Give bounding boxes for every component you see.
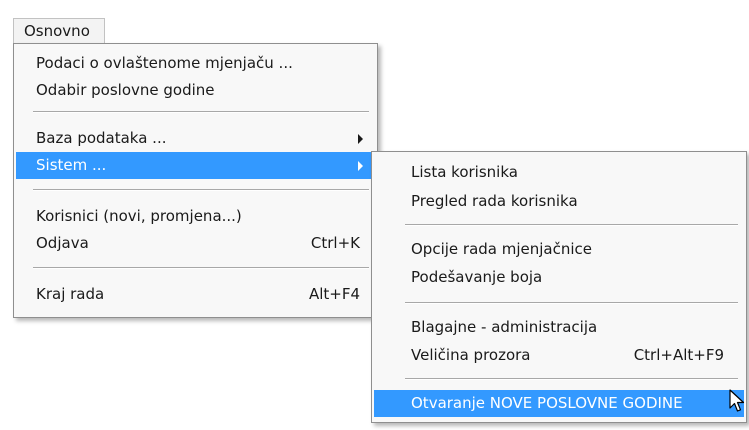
menu-item-label: Otvaranje NOVE POSLOVNE GODINE — [411, 394, 683, 412]
menu-item-podaci-mjenjac[interactable]: Podaci o ovlaštenome mjenjaču ... — [16, 50, 375, 77]
menu-item-label: Podaci o ovlaštenome mjenjaču ... — [36, 54, 293, 72]
submenu-item-blagajne[interactable]: Blagajne - administracija — [374, 314, 744, 341]
submenu-arrow-icon — [358, 161, 363, 171]
menu-item-odabir-godine[interactable]: Odabir poslovne godine — [16, 77, 375, 104]
submenu-item-opcije-rada[interactable]: Opcije rada mjenjačnice — [374, 236, 744, 263]
menu-item-shortcut: Ctrl+Alt+F9 — [633, 346, 724, 364]
submenu-item-otvaranje-nove-godine[interactable]: Otvaranje NOVE POSLOVNE GODINE — [374, 390, 744, 417]
menu-item-kraj-rada[interactable]: Kraj rada Alt+F4 — [16, 281, 375, 308]
menu-separator — [405, 224, 738, 226]
menu-separator — [33, 189, 369, 191]
submenu-arrow-icon — [358, 134, 363, 144]
menu-item-label: Opcije rada mjenjačnice — [411, 240, 593, 258]
menu-item-label: Blagajne - administracija — [411, 318, 598, 336]
menu-item-label: Lista korisnika — [411, 163, 518, 181]
menu-item-odjava[interactable]: Odjava Ctrl+K — [16, 230, 375, 257]
submenu-item-podesavanje-boja[interactable]: Podešavanje boja — [374, 264, 744, 291]
menu-item-label: Podešavanje boja — [411, 268, 543, 286]
submenu-item-velicina-prozora[interactable]: Veličina prozora Ctrl+Alt+F9 — [374, 342, 744, 369]
menu-item-label: Baza podataka ... — [36, 129, 167, 147]
menu-separator — [33, 267, 369, 269]
submenu-sistem: Lista korisnika Pregled rada korisnika O… — [371, 151, 747, 423]
mouse-pointer-icon — [729, 389, 745, 412]
menu-item-korisnici[interactable]: Korisnici (novi, promjena...) — [16, 203, 375, 230]
menu-item-shortcut: Ctrl+K — [310, 234, 360, 252]
menu-item-label: Pregled rada korisnika — [411, 192, 578, 210]
menu-item-label: Kraj rada — [36, 285, 105, 303]
menu-separator — [33, 111, 369, 113]
submenu-item-pregled-rada[interactable]: Pregled rada korisnika — [374, 188, 744, 215]
menu-item-label: Odabir poslovne godine — [36, 81, 215, 99]
submenu-item-lista-korisnika[interactable]: Lista korisnika — [374, 159, 744, 186]
menu-separator — [405, 302, 738, 304]
menu-item-label: Korisnici (novi, promjena...) — [36, 207, 242, 225]
dropdown-menu-osnovno: Podaci o ovlaštenome mjenjaču ... Odabir… — [13, 43, 378, 318]
screen: { "menubar": { "osnovno_label": "Osnovno… — [0, 0, 749, 430]
menubar-item-osnovno[interactable]: Osnovno — [13, 18, 105, 43]
menu-item-label: Sistem ... — [36, 156, 107, 174]
menu-item-baza-podataka[interactable]: Baza podataka ... — [16, 125, 375, 152]
menu-item-label: Veličina prozora — [411, 346, 531, 364]
menu-item-label: Odjava — [36, 234, 89, 252]
menubar-item-label: Osnovno — [24, 22, 90, 40]
menu-item-sistem[interactable]: Sistem ... — [16, 152, 375, 179]
menu-item-shortcut: Alt+F4 — [308, 285, 360, 303]
menu-separator — [405, 378, 738, 380]
